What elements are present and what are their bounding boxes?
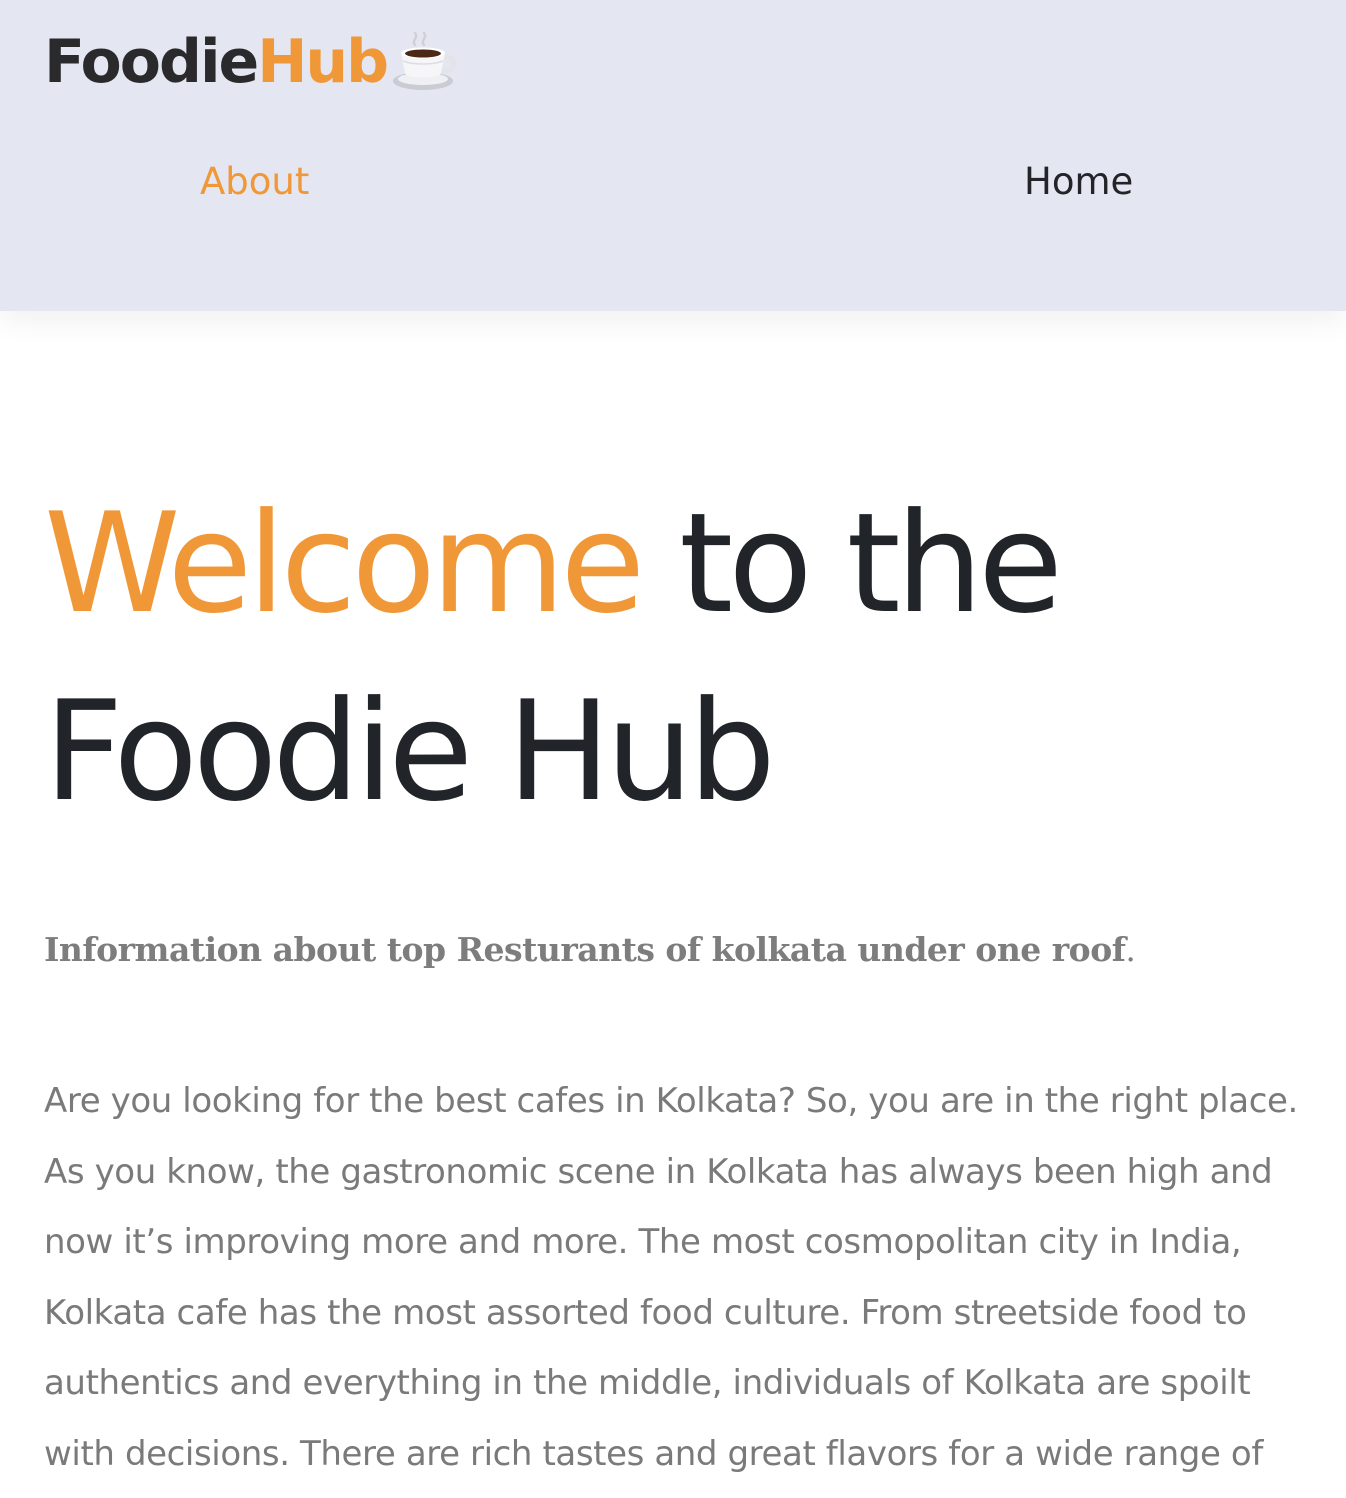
intro-paragraph: Are you looking for the best cafes in Ko… bbox=[44, 1066, 1346, 1498]
nav-link-about[interactable]: About bbox=[200, 156, 309, 208]
hero-title-line1: to the bbox=[679, 483, 1063, 644]
intro-line: authentics and everything in the middle,… bbox=[44, 1363, 1251, 1403]
site-header: Foodie Hub About Home bbox=[0, 0, 1346, 311]
intro-line: Kolkata cafe has the most assorted food … bbox=[44, 1292, 1247, 1333]
brand-name-hub: Hub bbox=[257, 27, 389, 97]
tagline: Information about top Resturants of kolk… bbox=[44, 922, 1334, 978]
intro-line: As you know, the gastronomic scene in Ko… bbox=[44, 1151, 1273, 1192]
intro-line: Are you looking for the best cafes in Ko… bbox=[44, 1081, 1298, 1121]
intro-line: with decisions. There are rich tastes an… bbox=[44, 1433, 1263, 1474]
tagline-punctuation: . bbox=[1125, 930, 1136, 969]
brand-logo[interactable]: Foodie Hub bbox=[44, 26, 457, 98]
tagline-text: Information about top Resturants of kolk… bbox=[44, 930, 1126, 969]
intro-line: now it’s improving more and more. The mo… bbox=[44, 1222, 1242, 1262]
hero-title-line2: Foodie Hub bbox=[44, 671, 776, 832]
hero-title: Welcome to the Foodie Hub bbox=[44, 470, 1324, 846]
brand-name-foodie: Foodie bbox=[44, 27, 259, 97]
nav-link-home[interactable]: Home bbox=[1024, 156, 1133, 208]
hero-title-accent: Welcome bbox=[44, 483, 645, 644]
hot-beverage-icon bbox=[391, 31, 457, 93]
